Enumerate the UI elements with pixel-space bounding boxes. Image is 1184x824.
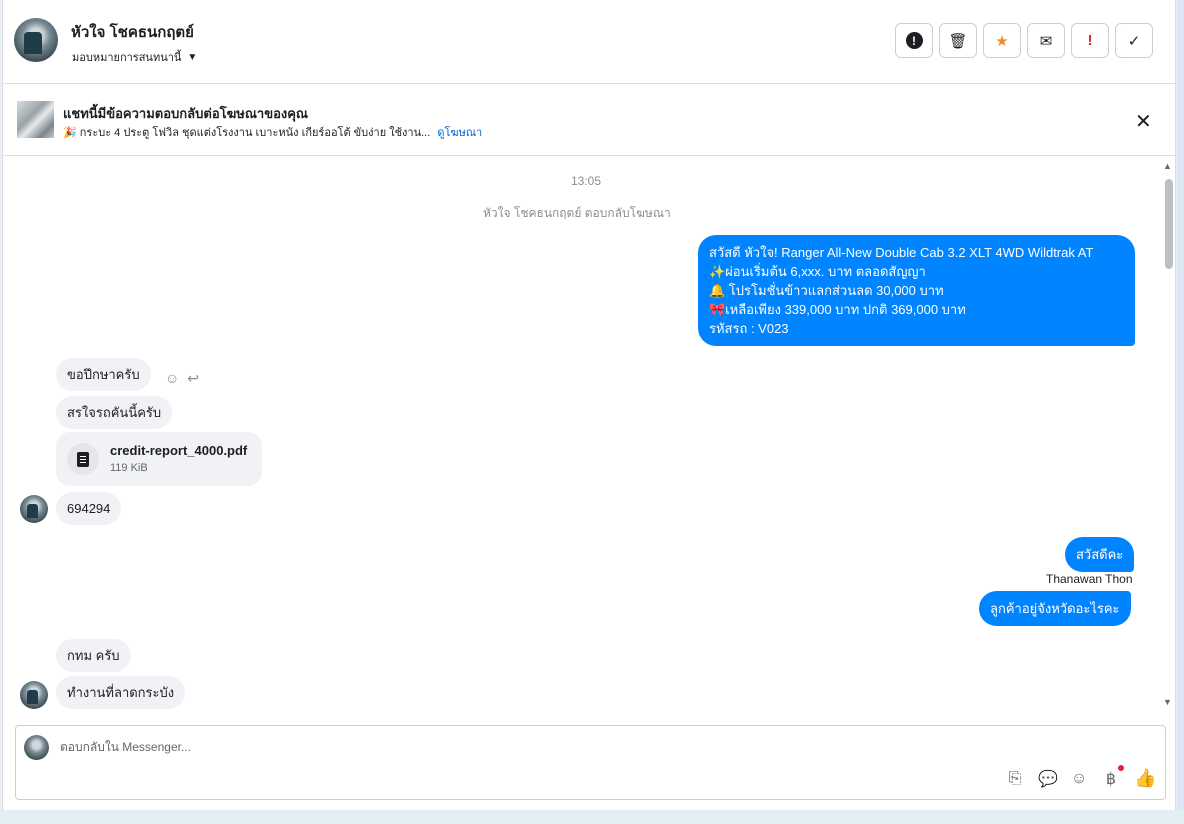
file-attachment[interactable]: credit-report_4000.pdf 119 KiB	[56, 432, 262, 486]
emoji-react-icon[interactable]: ☺	[165, 370, 179, 387]
close-icon: ✕	[1135, 111, 1152, 133]
message-thread[interactable]: ▲ ▼ 13:05 หัวใจ โชคธนกฤตย์ ตอบกลับโฆษณา …	[3, 157, 1177, 713]
outgoing-message[interactable]: ลูกค้าอยู่จังหวัดอะไรคะ	[979, 591, 1131, 626]
contact-avatar-small[interactable]	[20, 681, 48, 709]
ad-banner-subtitle: 🎉 กระบะ 4 ประตู โฟวิล ชุดแต่งโรงงาน เบาะ…	[63, 123, 482, 141]
scrollbar-thumb[interactable]	[1165, 179, 1173, 269]
mark-unread-button[interactable]: ✉	[1027, 23, 1065, 58]
payment-baht-icon[interactable]: ฿	[1102, 764, 1124, 789]
ad-description: 🎉 กระบะ 4 ประตู โฟวิล ชุดแต่งโรงงาน เบาะ…	[63, 127, 431, 139]
reply-icon[interactable]: ↩	[187, 370, 199, 387]
window-edge	[0, 810, 1184, 824]
check-icon: ✓	[1127, 32, 1141, 50]
assign-conversation-dropdown[interactable]: มอบหมายการสนทนานี้ ▼	[72, 48, 197, 66]
incoming-message[interactable]: ขอปึกษาครับ	[56, 358, 151, 391]
message-hover-actions: ☺ ↩	[165, 370, 199, 387]
scroll-down-arrow-icon[interactable]: ▼	[1163, 697, 1172, 707]
emoji-icon[interactable]: ☺	[1070, 770, 1088, 788]
contact-avatar[interactable]	[14, 18, 58, 62]
incoming-message[interactable]: สรใจรถคันนี้ครับ	[56, 396, 173, 429]
mark-done-button[interactable]: ✓	[1115, 23, 1153, 58]
ad-message-line: สวัสดี หัวใจ! Ranger All-New Double Cab …	[709, 245, 1094, 260]
caret-down-icon: ▼	[187, 51, 198, 63]
ad-banner-title: แชทนี้มีข้อความตอบกลับต่อโฆษณาของคุณ	[63, 106, 308, 121]
composer-toolbar: ⎘ 💬 ☺ ฿ 👍	[1006, 764, 1156, 789]
saved-replies-icon[interactable]: 💬	[1038, 769, 1058, 789]
close-banner-button[interactable]: ✕	[1135, 109, 1152, 134]
scroll-up-arrow-icon[interactable]: ▲	[1163, 161, 1172, 171]
contact-name[interactable]: หัวใจ โชคธนกฤตย์	[71, 20, 194, 44]
document-icon	[67, 443, 99, 475]
incoming-message[interactable]: ทำงานที่ลาดกระบัง	[56, 676, 186, 709]
ad-message-line: 🎀เหลือเพียง 339,000 บาท ปกติ 369,000 บาท	[709, 302, 966, 317]
ad-message-line: 🔔 โปรโมชั่นข้าวแลกส่วนลด 30,000 บาท	[709, 283, 944, 298]
alert-circle-icon: !	[905, 32, 923, 49]
conversation-header: หัวใจ โชคธนกฤตย์ มอบหมายการสนทนานี้ ▼ ! …	[3, 0, 1177, 84]
contact-avatar-small[interactable]	[20, 495, 48, 523]
attachment-icon[interactable]: ⎘	[1006, 770, 1024, 788]
mark-important-button[interactable]: !	[1071, 23, 1109, 58]
ad-reply-banner: แชทนี้มีข้อความตอบกลับต่อโฆษณาของคุณ 🎉 ก…	[3, 84, 1177, 156]
star-button[interactable]: ★	[983, 23, 1021, 58]
sender-name: Thanawan Thon	[1046, 572, 1133, 586]
file-name: credit-report_4000.pdf	[110, 443, 248, 458]
ad-thumbnail[interactable]	[17, 101, 54, 138]
ad-reply-note: หัวใจ โชคธนกฤตย์ ตอบกลับโฆษณา	[483, 206, 671, 220]
envelope-icon: ✉	[1039, 32, 1053, 50]
conversation-window: หัวใจ โชคธนกฤตย์ มอบหมายการสนทนานี้ ▼ ! …	[2, 0, 1177, 810]
window-edge	[1177, 0, 1184, 824]
star-icon: ★	[995, 32, 1009, 50]
message-composer: ⎘ 💬 ☺ ฿ 👍	[15, 725, 1166, 800]
outgoing-ad-message[interactable]: สวัสดี หัวใจ! Ranger All-New Double Cab …	[698, 235, 1135, 346]
ad-message-line: รหัสรถ : V023	[709, 321, 789, 336]
view-ad-link[interactable]: ดูโฆษณา	[437, 127, 482, 139]
page-avatar	[24, 735, 49, 760]
trash-icon: 🗑	[948, 32, 968, 50]
exclamation-icon: !	[1087, 32, 1093, 49]
assign-label: มอบหมายการสนทนานี้	[72, 52, 182, 64]
header-actions: ! 🗑 ★ ✉ ! ✓	[895, 23, 1153, 58]
file-size: 119 KiB	[110, 462, 148, 474]
mark-spam-button[interactable]: !	[895, 23, 933, 58]
thumbs-up-icon[interactable]: 👍	[1134, 768, 1156, 789]
notification-dot	[1118, 764, 1124, 771]
incoming-message[interactable]: 694294	[56, 492, 122, 525]
message-timestamp: 13:05	[571, 174, 602, 188]
delete-button[interactable]: 🗑	[939, 23, 977, 58]
ad-message-line: ✨ผ่อนเริ่มต้น 6,xxx. บาท ตลอดสัญญา	[709, 264, 926, 279]
outgoing-message[interactable]: สวัสดีคะ	[1065, 537, 1135, 572]
reply-input[interactable]	[60, 740, 960, 754]
incoming-message[interactable]: กทม ครับ	[56, 639, 131, 672]
